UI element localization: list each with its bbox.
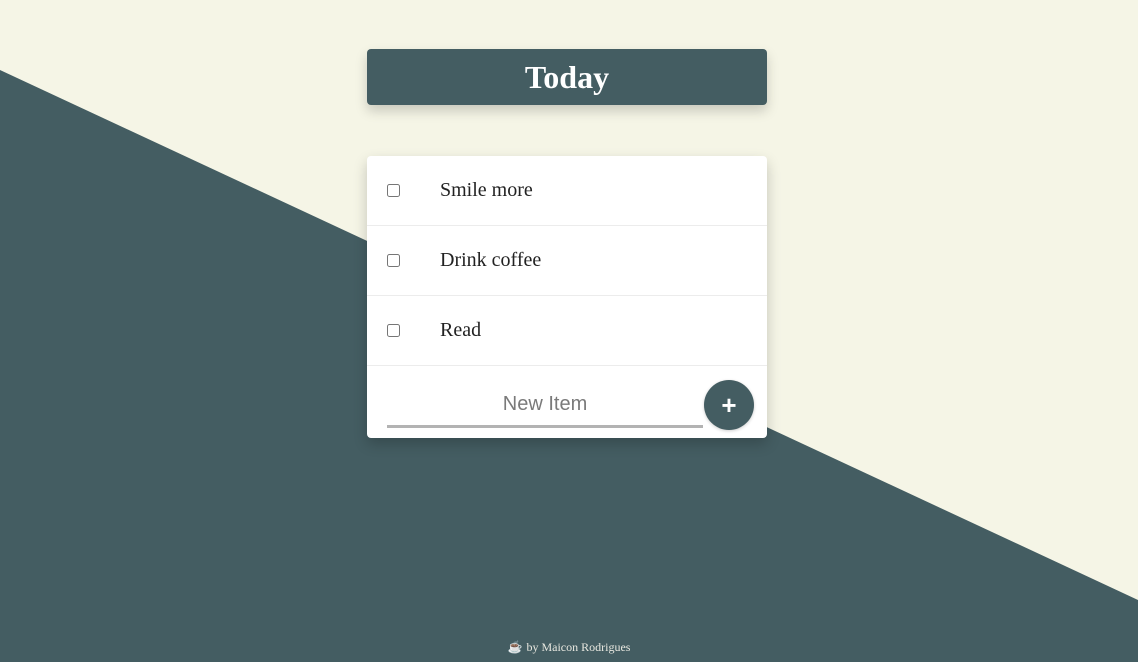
todo-checkbox[interactable]: [387, 254, 400, 267]
todo-checkbox[interactable]: [387, 324, 400, 337]
footer-credit: ☕ by Maicon Rodrigues: [0, 640, 1138, 655]
footer-author: by Maicon Rodrigues: [526, 640, 631, 654]
new-item-input[interactable]: [387, 384, 703, 428]
todo-item: Read: [367, 296, 767, 366]
todo-card: Smile more Drink coffee Read +: [367, 156, 767, 438]
add-item-button[interactable]: +: [704, 380, 754, 430]
todo-checkbox[interactable]: [387, 184, 400, 197]
todo-item-label: Smile more: [440, 179, 533, 201]
todo-item: Smile more: [367, 156, 767, 226]
todo-item-label: Drink coffee: [440, 249, 542, 271]
heading-banner: Today: [367, 49, 767, 105]
todo-item: Drink coffee: [367, 226, 767, 296]
coffee-cup-icon: ☕: [507, 640, 523, 654]
page-title: Today: [524, 58, 610, 95]
todo-item-label: Read: [440, 319, 482, 341]
